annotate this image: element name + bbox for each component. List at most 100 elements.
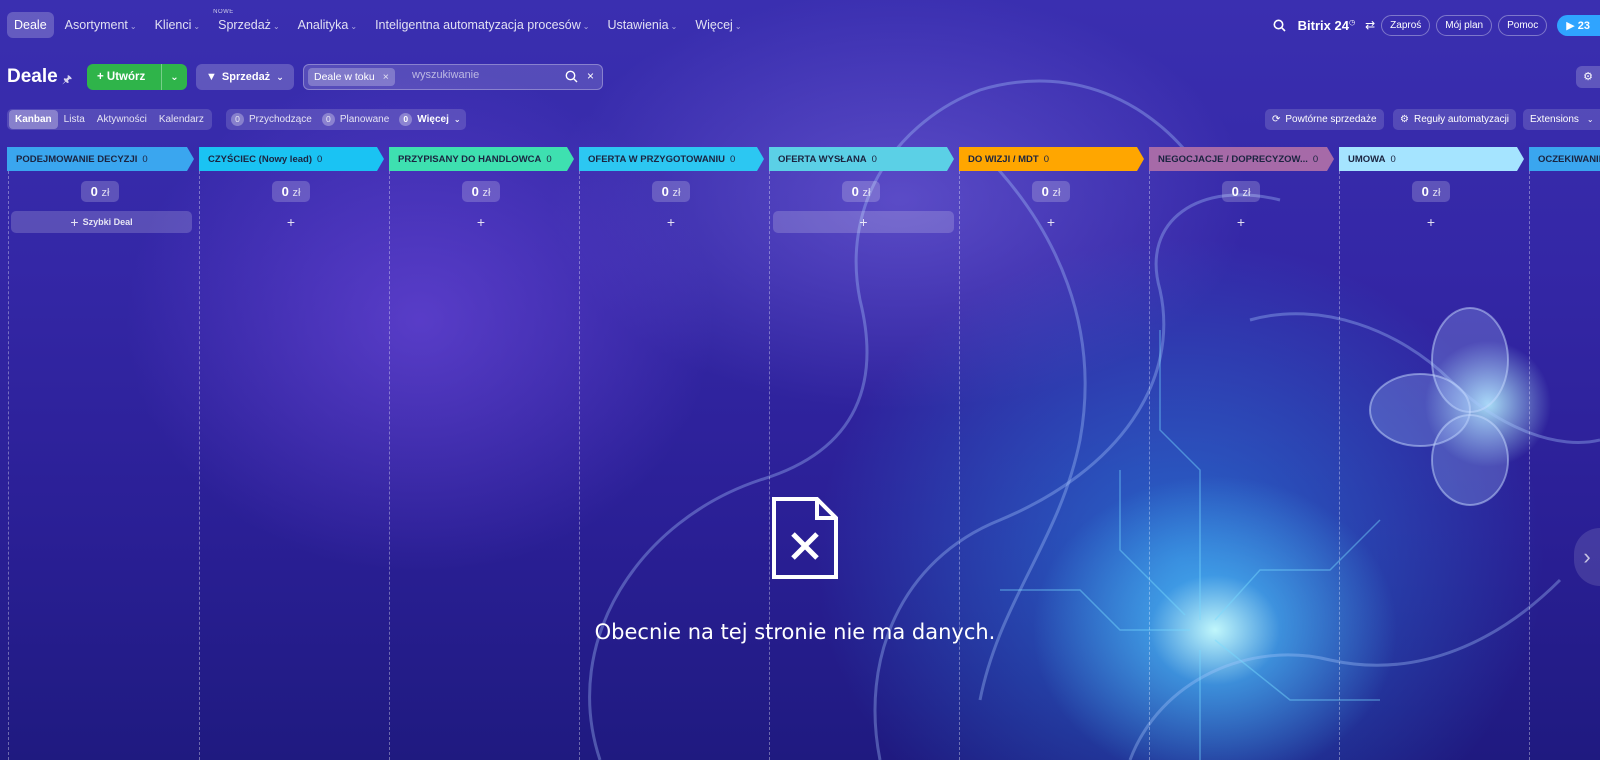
nav-item-automation[interactable]: Inteligentna automatyzacja procesów ⌄ xyxy=(368,12,596,38)
add-deal-button[interactable]: + xyxy=(273,211,309,233)
nav-item-analytics[interactable]: Analityka ⌄ xyxy=(291,12,364,38)
stage-header[interactable]: DO WIZJI / MDT 0 xyxy=(959,147,1144,171)
add-deal-button[interactable]: + xyxy=(773,211,954,233)
stage-sum: 0 zł xyxy=(1032,181,1070,202)
empty-state-message: Obecnie na tej stronie nie ma danych. xyxy=(594,620,996,644)
stage-header[interactable]: NEGOCJACJE / DOPRECYZOW... 0 xyxy=(1149,147,1334,171)
chevron-down-icon: ⌄ xyxy=(129,22,137,31)
my-plan-button[interactable]: Mój plan xyxy=(1436,14,1493,36)
stage-header[interactable]: OFERTA WYSŁANA 0 xyxy=(769,147,954,171)
column-divider xyxy=(1339,171,1340,760)
tab-activities[interactable]: Aktywności xyxy=(91,110,153,129)
nav-item-sales[interactable]: NOWE Sprzedaż ⌄ xyxy=(211,9,287,38)
play-icon: ▶ xyxy=(1566,19,1575,32)
chevron-down-icon: ⌄ xyxy=(670,22,678,31)
quick-deal-button[interactable]: + Szybki Deal xyxy=(11,211,192,233)
stage-sum: 0 zł xyxy=(1222,181,1260,202)
plus-icon: + xyxy=(666,214,676,230)
tab-calendar[interactable]: Kalendarz xyxy=(153,110,210,129)
column-divider xyxy=(8,171,9,760)
top-navigation: Deale Asortyment ⌄ Klienci ⌄ NOWE Sprzedaż ⌄… xyxy=(0,0,1600,50)
add-deal-button[interactable]: + xyxy=(653,211,689,233)
chevron-down-icon: ⌄ xyxy=(193,22,201,31)
plus-icon: + xyxy=(1236,214,1246,230)
new-badge: NOWE xyxy=(213,9,234,15)
close-icon[interactable]: × xyxy=(383,71,389,83)
add-deal-button[interactable]: + xyxy=(1413,211,1449,233)
view-tabs: Kanban Lista Aktywności Kalendarz xyxy=(7,109,212,130)
add-deal-button[interactable]: + xyxy=(1033,211,1069,233)
chevron-right-icon[interactable]: › xyxy=(1574,528,1600,586)
stage-header[interactable]: PODEJMOWANIE DECYZJI 0 xyxy=(7,147,194,171)
stage-sum: 0 zł xyxy=(81,181,119,202)
brand-logo[interactable]: Bitrix 24◷ xyxy=(1298,18,1355,33)
chevron-down-icon[interactable]: ⌄ xyxy=(161,64,187,90)
nav-item-catalog[interactable]: Asortyment ⌄ xyxy=(58,12,144,38)
stage-header[interactable]: PRZYPISANY DO HANDLOWCA 0 xyxy=(389,147,574,171)
chevron-down-icon: ⌄ xyxy=(453,115,461,124)
stage-header[interactable]: OFERTA W PRZYGOTOWANIU 0 xyxy=(579,147,764,171)
column-divider xyxy=(769,171,770,760)
chevron-down-icon: ⌄ xyxy=(582,22,590,31)
page-title: Deale xyxy=(7,66,58,87)
stage-sum: 0 zł xyxy=(462,181,500,202)
automation-rules-button[interactable]: ⚙ Reguły automatyzacji xyxy=(1393,109,1517,130)
chevron-down-icon: ⌄ xyxy=(276,71,284,82)
plus-icon: + xyxy=(70,214,79,230)
plus-icon: + xyxy=(1426,214,1436,230)
column-divider xyxy=(1149,171,1150,760)
repeat-sales-button[interactable]: ⟳ Powtórne sprzedaże xyxy=(1265,109,1384,130)
funnel-icon: ▼ xyxy=(206,71,217,83)
stage-header[interactable]: CZYŚCIEC (Nowy lead) 0 xyxy=(199,147,384,171)
robot-icon: ⚙ xyxy=(1400,114,1409,125)
search-icon[interactable] xyxy=(1273,19,1286,32)
tab-kanban[interactable]: Kanban xyxy=(9,110,58,129)
stage-sum: 0 zł xyxy=(1412,181,1450,202)
filter-search-box[interactable]: Deale w toku× × xyxy=(303,64,603,90)
no-data-file-icon xyxy=(772,497,838,579)
chevron-down-icon: ⌄ xyxy=(272,22,280,31)
stage-header[interactable]: UMOWA 0 xyxy=(1339,147,1524,171)
pin-icon[interactable]: 🖈 xyxy=(62,71,72,90)
counter-planned[interactable]: 0 Planowane xyxy=(321,113,389,126)
nav-item-clients[interactable]: Klienci ⌄ xyxy=(148,12,208,38)
close-icon[interactable]: × xyxy=(587,69,594,83)
add-deal-button[interactable]: + xyxy=(1223,211,1259,233)
chevron-down-icon: ⌄ xyxy=(734,22,742,31)
plus-icon: + xyxy=(97,71,104,83)
stage-header[interactable]: OCZEKIWANIE xyxy=(1529,147,1600,171)
search-icon[interactable] xyxy=(565,70,578,83)
nav-item-settings[interactable]: Ustawienia ⌄ xyxy=(600,12,684,38)
funnel-select-button[interactable]: ▼ Sprzedaż ⌄ xyxy=(196,64,294,90)
time-tracker-button[interactable]: ▶ 23 xyxy=(1557,14,1600,36)
add-deal-button[interactable]: + xyxy=(463,211,499,233)
counter-incoming[interactable]: 0 Przychodzące xyxy=(231,113,312,126)
stage-sum: 0 zł xyxy=(272,181,310,202)
stage-sum: 0 zł xyxy=(842,181,880,202)
column-divider xyxy=(579,171,580,760)
page-toolbar: Deale 🖈 + Utwórz ⌄ ▼ Sprzedaż ⌄ Deale w … xyxy=(0,64,1600,90)
help-button[interactable]: Pomoc xyxy=(1498,14,1548,36)
column-divider xyxy=(389,171,390,760)
nav-item-deals[interactable]: Deale xyxy=(7,12,54,38)
repeat-icon: ⟳ xyxy=(1272,114,1281,125)
column-divider xyxy=(1529,171,1530,760)
plus-icon: + xyxy=(476,214,486,230)
gear-icon[interactable]: ⚙ xyxy=(1576,66,1600,88)
tab-list[interactable]: Lista xyxy=(58,110,91,129)
column-divider xyxy=(959,171,960,760)
invite-button[interactable]: Zaproś xyxy=(1381,14,1431,36)
view-switcher-row: Kanban Lista Aktywności Kalendarz 0 Przyc… xyxy=(0,109,1600,131)
stage-sum: 0 zł xyxy=(652,181,690,202)
filter-chip[interactable]: Deale w toku × xyxy=(308,68,395,86)
chevron-down-icon: ⌄ xyxy=(350,22,358,31)
swap-icon[interactable]: ⇄ xyxy=(1365,18,1375,32)
extensions-button[interactable]: Extensions ⌄ xyxy=(1523,109,1600,130)
activity-counters: 0 Przychodzące 0 Planowane 0 Więcej ⌄ xyxy=(226,109,466,130)
search-input[interactable] xyxy=(412,69,552,81)
column-divider xyxy=(199,171,200,760)
create-button[interactable]: + Utwórz ⌄ xyxy=(87,64,187,90)
counter-more[interactable]: 0 Więcej ⌄ xyxy=(399,113,461,126)
nav-item-more[interactable]: Więcej ⌄ xyxy=(688,12,748,38)
chevron-down-icon: ⌄ xyxy=(1586,115,1594,124)
